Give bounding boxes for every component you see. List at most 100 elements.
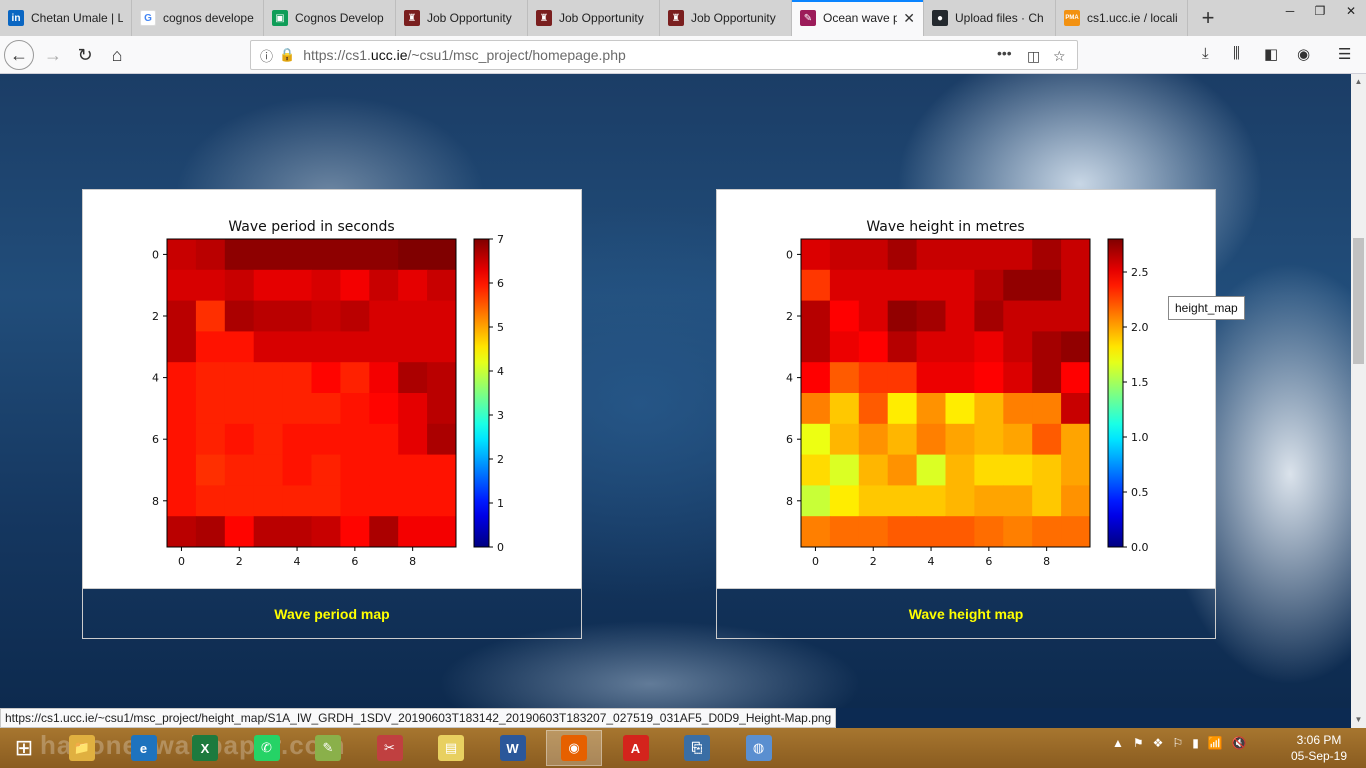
show-hidden-icons-icon[interactable]: ▲	[1112, 736, 1124, 750]
url-bar[interactable]: ⓘ 🔒 https://cs1. ucc.ie/~csu1/msc_project…	[250, 40, 1078, 70]
scroll-thumb[interactable]	[1353, 238, 1364, 364]
tab-7[interactable]: ● Upload files · Ch	[924, 0, 1056, 36]
volume-muted-icon[interactable]: 🔇	[1232, 736, 1247, 750]
edge-taskbar-button[interactable]: e	[116, 730, 172, 766]
heatmap-cell	[224, 423, 255, 456]
start-button[interactable]: ⊞	[0, 730, 48, 766]
heatmap-cell	[195, 485, 226, 517]
restore-button[interactable]: ❐	[1305, 0, 1335, 22]
tab-label: Ocean wave p	[823, 11, 898, 25]
wave-period-figure[interactable]: Wave period in seconds 0 2 4 6 8 0 2 4 6 8 0 1 2 3 4 5 6 7	[82, 189, 582, 589]
heatmap-cell	[801, 485, 831, 517]
sticky-notes-taskbar-button[interactable]: ▤	[423, 730, 479, 766]
minimize-button[interactable]: ─	[1275, 0, 1305, 22]
whatsapp-taskbar-button[interactable]: ✆	[239, 730, 295, 766]
heatmap-cell	[369, 362, 399, 394]
dropbox-icon[interactable]: ❖	[1153, 736, 1164, 750]
tab-5[interactable]: ♜ Job Opportunity	[660, 0, 792, 36]
menu-icon[interactable]: ☰	[1338, 45, 1351, 63]
heatmap-cell	[945, 393, 975, 425]
url-host: ucc.ie	[370, 47, 408, 63]
heatmap-cell	[887, 269, 918, 302]
forward-button[interactable]: →	[38, 40, 68, 70]
heatmap-cell	[829, 516, 860, 548]
system-clock[interactable]: 3:06 PM 05-Sep-19	[1286, 732, 1352, 764]
tab-4[interactable]: ♜ Job Opportunity	[528, 0, 660, 36]
tab-0[interactable]: in Chetan Umale | L	[0, 0, 132, 36]
wave-period-heatmap: Wave period in seconds 0 2 4 6 8 0 2 4 6 8 0 1 2 3 4 5 6 7	[152, 219, 504, 568]
heatmap-cell	[1032, 423, 1062, 456]
heatmap-cell	[253, 300, 284, 332]
heatmap-cell	[1003, 393, 1033, 425]
heatmap-cell	[167, 269, 197, 302]
wave-height-caption: Wave height map	[908, 605, 1024, 622]
vertical-scrollbar[interactable]: ▲ ▼	[1351, 74, 1366, 728]
sidebar-icon[interactable]: ◧	[1264, 45, 1278, 63]
heatmap-cell	[282, 362, 312, 394]
bookmark-star-icon[interactable]: ☆	[1053, 48, 1066, 65]
heatmap-cell	[945, 331, 975, 363]
heatmap-cell	[1032, 269, 1062, 302]
lock-warning-icon[interactable]: 🔒	[279, 47, 295, 63]
tab-strip: in Chetan Umale | L Gcognos develope ▣ Cogno…	[0, 0, 1366, 36]
heatmap-cell	[829, 485, 860, 517]
heatmap-cell	[224, 239, 255, 271]
close-window-button[interactable]: ✕	[1336, 0, 1366, 22]
heatmap-cell	[311, 423, 341, 456]
downloads-icon[interactable]: ⤓	[1202, 45, 1209, 62]
heatmap-cell	[1032, 454, 1062, 486]
flag-icon[interactable]: ⚑	[1133, 736, 1144, 750]
heatmap-cell	[224, 454, 255, 486]
heatmap-cell	[369, 393, 399, 425]
heatmap-cell	[801, 423, 831, 456]
wave-height-figure[interactable]: Wave height in metres 0 2 4 6 8 0 2 4 6 8 0.0 0.5 1.0…	[716, 189, 1216, 589]
heatmap-cell	[253, 423, 284, 456]
heatmap-cell	[167, 362, 197, 394]
notepad-plus-taskbar-button[interactable]: ✎	[300, 730, 356, 766]
pocket-icon[interactable]: ◫	[1027, 48, 1040, 65]
heatmap-cell	[398, 269, 428, 302]
excel-taskbar-button[interactable]: X	[177, 730, 233, 766]
network-signal-icon[interactable]: 📶	[1208, 736, 1223, 750]
heatmap-cell	[369, 269, 399, 302]
tab-1[interactable]: Gcognos develope	[132, 0, 264, 36]
home-button[interactable]: ⌂	[102, 40, 132, 70]
copy-files-taskbar-button[interactable]: ⎘	[669, 730, 725, 766]
x-tick-label: 2	[870, 555, 877, 568]
account-icon[interactable]: ◉	[1297, 45, 1310, 63]
page-actions-icon[interactable]: •••	[997, 45, 1012, 61]
paint-palette-taskbar-button[interactable]: ◍	[731, 730, 787, 766]
heatmap-cell	[945, 269, 975, 302]
heatmap-cell	[282, 516, 312, 548]
acrobat-taskbar-button[interactable]: A	[608, 730, 664, 766]
library-icon[interactable]: ⫼	[1233, 45, 1240, 62]
heatmap-cell	[340, 331, 370, 363]
file-explorer-taskbar-button[interactable]: 📁	[54, 730, 110, 766]
tab-2[interactable]: ▣ Cognos Develop	[264, 0, 396, 36]
close-tab-icon[interactable]: ✕	[897, 10, 915, 27]
firefox-taskbar-button[interactable]: ◉	[546, 730, 602, 766]
heatmap-cell	[398, 331, 428, 363]
tab-6[interactable]: ✎ Ocean wave p ✕	[792, 0, 924, 36]
tab-3[interactable]: ♜ Job Opportunity	[396, 0, 528, 36]
reload-button[interactable]: ↻	[70, 40, 100, 70]
heatmap-cell	[916, 516, 946, 548]
colorbar-tick-label: 2	[497, 453, 504, 466]
heatmap-cell	[974, 269, 1004, 302]
colorbar-tick-label: 7	[497, 233, 504, 246]
heatmap-cell	[1003, 362, 1033, 394]
word-taskbar-button[interactable]: W	[485, 730, 541, 766]
tab-8[interactable]: PMA cs1.ucc.ie / locali	[1056, 0, 1188, 36]
heatmap-cell	[427, 485, 457, 517]
back-button[interactable]: ←	[4, 40, 34, 70]
heatmap-cell	[311, 393, 341, 425]
info-icon[interactable]: ⓘ	[260, 46, 273, 65]
scroll-up-arrow[interactable]: ▲	[1351, 74, 1366, 89]
scroll-down-arrow[interactable]: ▼	[1351, 712, 1366, 727]
battery-icon[interactable]: ▮	[1192, 736, 1199, 750]
paint-brush-taskbar-button[interactable]: ✂	[362, 730, 418, 766]
heatmap-cell	[427, 454, 457, 486]
action-flag-icon[interactable]: ⚐	[1172, 736, 1183, 750]
new-tab-button[interactable]: +	[1188, 0, 1228, 36]
colorbar-tick-label: 0.0	[1131, 541, 1149, 554]
